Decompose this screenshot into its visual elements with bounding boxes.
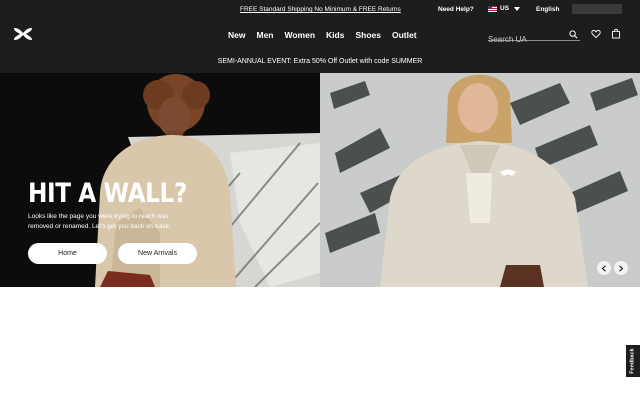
nav-item-kids[interactable]: Kids — [326, 30, 344, 40]
nav-item-new[interactable]: New — [228, 30, 245, 40]
feedback-tab[interactable]: Feedback — [626, 345, 640, 377]
page: FREE Standard Shipping No Minimum & FREE… — [0, 0, 640, 400]
account-placeholder[interactable] — [572, 4, 622, 14]
us-flag-icon — [488, 5, 497, 12]
carousel-next-button[interactable] — [614, 261, 628, 275]
nav-item-men[interactable]: Men — [256, 30, 273, 40]
nav-item-shoes[interactable]: Shoes — [355, 30, 381, 40]
main-header: New Men Women Kids Shoes Outlet — [0, 20, 640, 50]
nav-item-women[interactable]: Women — [284, 30, 315, 40]
free-shipping-link[interactable]: FREE Standard Shipping No Minimum & FREE… — [240, 6, 401, 13]
heart-icon[interactable] — [591, 29, 601, 39]
hero-photo-right — [320, 73, 640, 287]
country-selector[interactable]: US — [488, 5, 521, 12]
search-input[interactable] — [488, 34, 568, 45]
search-bar — [488, 29, 580, 45]
search-icon[interactable] — [569, 30, 578, 39]
announcement-text: SEMI-ANNUAL EVENT: Extra 50% Off Outlet … — [217, 58, 423, 65]
feedback-label: Feedback — [630, 348, 636, 374]
bag-icon[interactable] — [611, 28, 621, 39]
home-button[interactable]: Home — [28, 243, 107, 264]
chevron-right-icon — [619, 264, 624, 272]
chevron-down-icon — [514, 6, 521, 11]
country-label: US — [500, 5, 510, 12]
announcement-bar[interactable]: SEMI-ANNUAL EVENT: Extra 50% Off Outlet … — [0, 50, 640, 73]
hero-subtext: Looks like the page you were trying to r… — [28, 213, 171, 230]
language-selector[interactable]: English — [536, 6, 559, 13]
chevron-left-icon — [601, 264, 606, 272]
hero-image-right — [320, 73, 640, 287]
nav-item-outlet[interactable]: Outlet — [392, 30, 417, 40]
hero-carousel: HIT A WALL? Looks like the page you were… — [0, 73, 640, 287]
carousel-prev-button[interactable] — [597, 261, 611, 275]
hero-heading: HIT A WALL? — [28, 178, 187, 209]
new-arrivals-button[interactable]: New Arrivals — [118, 243, 197, 264]
need-help-link[interactable]: Need Help? — [438, 6, 474, 13]
under-armour-logo[interactable] — [12, 27, 34, 41]
utility-bar: FREE Standard Shipping No Minimum & FREE… — [0, 0, 640, 20]
main-nav: New Men Women Kids Shoes Outlet — [228, 30, 417, 40]
